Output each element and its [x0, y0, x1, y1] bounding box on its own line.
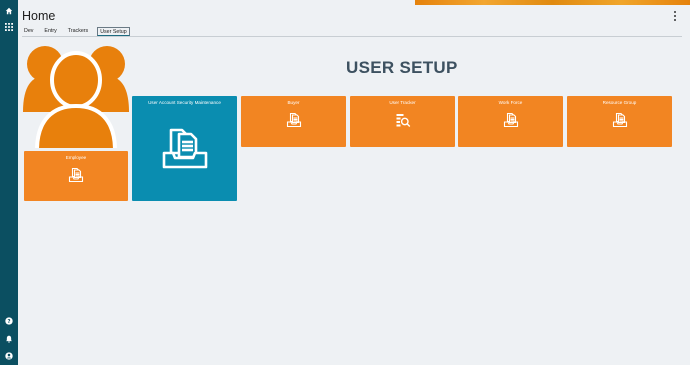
document-tray-icon [286, 112, 301, 128]
tab-entry[interactable]: Entry [42, 27, 58, 36]
resource-group-tile[interactable]: Resource Group [567, 96, 672, 147]
document-tray-icon [162, 128, 207, 169]
section-heading: USER SETUP [346, 58, 458, 77]
account-icon[interactable] [3, 350, 15, 362]
accent-bar [415, 0, 690, 5]
search-list-icon [396, 114, 410, 127]
more-options-icon[interactable] [672, 11, 678, 21]
work-force-tile[interactable]: Work Force [458, 96, 563, 147]
tile-label: User Account Security Maintenance [148, 100, 221, 105]
user-account-security-tile[interactable]: User Account Security Maintenance [132, 96, 237, 201]
document-tray-icon [68, 167, 84, 183]
tile-label: Work Force [498, 100, 523, 105]
tile-label: Resource Group [602, 100, 637, 105]
users-group-icon [23, 46, 129, 148]
tab-trackers[interactable]: Trackers [66, 27, 90, 36]
tab-user-setup[interactable]: User Setup [97, 27, 130, 36]
tab-dev[interactable]: Dev [22, 27, 35, 36]
page-title: Home [22, 9, 56, 23]
buyer-tile[interactable]: Buyer [241, 96, 346, 147]
document-tray-icon [612, 112, 627, 128]
svg-text:?: ? [7, 319, 10, 325]
tabs-divider [22, 36, 682, 37]
document-tray-icon [503, 112, 518, 128]
employee-tile[interactable]: Employee [24, 151, 128, 201]
tile-label: Buyer [287, 100, 300, 105]
tile-label: User Tracker [389, 100, 416, 105]
nav-rail: ? [0, 0, 18, 365]
home-icon[interactable] [3, 5, 15, 17]
tile-label: Employee [65, 155, 87, 160]
help-icon[interactable]: ? [3, 315, 15, 327]
apps-grid-icon[interactable] [3, 21, 15, 33]
bell-icon[interactable] [3, 333, 15, 345]
user-tracker-tile[interactable]: User Tracker [350, 96, 455, 147]
